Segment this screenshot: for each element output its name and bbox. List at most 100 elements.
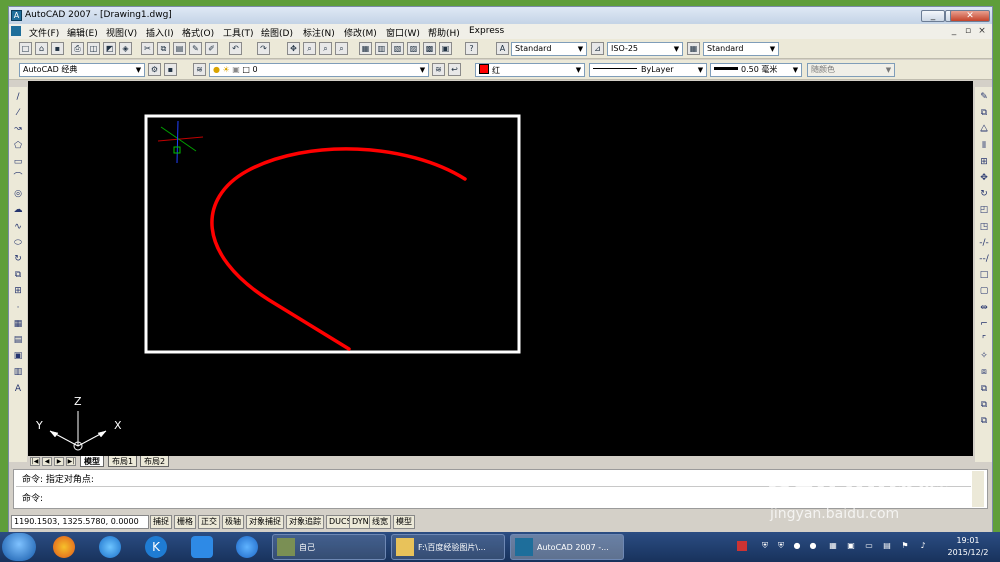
kugou-icon[interactable]: K (145, 536, 167, 558)
modify-tool-18-icon[interactable]: ⧉ (978, 383, 990, 395)
menu-format[interactable]: 格式(O) (182, 26, 214, 39)
3d-dwf-icon[interactable]: ◈ (119, 42, 132, 55)
title-bar[interactable]: A AutoCAD 2007 - [Drawing1.dwg] _ □ ✕ (9, 7, 992, 24)
tab-layout1[interactable]: 布局1 (108, 456, 138, 467)
tray-chat-icon[interactable]: ● (808, 541, 818, 551)
modify-tool-5-icon[interactable]: ✥ (978, 172, 990, 184)
doc-restore-button[interactable]: ▫ (962, 26, 974, 36)
last-tab-button[interactable]: ▶| (66, 457, 76, 466)
red-arc-polyline[interactable] (210, 147, 467, 351)
tool-palettes-icon[interactable]: ▧ (391, 42, 404, 55)
tray-qq-icon[interactable]: ● (792, 541, 802, 551)
publish-icon[interactable]: ◩ (103, 42, 116, 55)
draw-tool-16-icon[interactable]: ▣ (12, 350, 24, 362)
draw-tool-11-icon[interactable]: ⧉ (12, 269, 24, 281)
polar-toggle[interactable]: 极轴 (222, 515, 244, 529)
redo-icon[interactable]: ↷ (257, 42, 270, 55)
menu-dimension[interactable]: 标注(N) (303, 26, 335, 39)
snap-toggle[interactable]: 捕捉 (150, 515, 172, 529)
viewport-rectangle[interactable] (144, 114, 521, 354)
menu-edit[interactable]: 编辑(E) (67, 26, 98, 39)
tab-layout2[interactable]: 布局2 (140, 456, 170, 467)
draw-tool-5-icon[interactable]: ⌒ (12, 172, 24, 184)
pan-icon[interactable]: ✥ (287, 42, 300, 55)
osnap-toggle[interactable]: 对象捕捉 (246, 515, 284, 529)
tray-monitor-icon[interactable]: ▭ (864, 541, 874, 551)
modify-tool-8-icon[interactable]: ◳ (978, 221, 990, 233)
browser-icon[interactable] (53, 536, 75, 558)
lineweight-toggle[interactable]: 线宽 (369, 515, 391, 529)
draw-tool-18-icon[interactable]: A (12, 383, 24, 395)
drawing-svg[interactable]: Z Y X (28, 81, 973, 456)
draw-tool-3-icon[interactable]: ⬠ (12, 140, 24, 152)
menu-express[interactable]: Express (469, 26, 504, 36)
drawing-area[interactable]: Z Y X (28, 81, 973, 456)
modify-tool-13-icon[interactable]: ⇹ (978, 302, 990, 314)
menu-modify[interactable]: 修改(M) (344, 26, 377, 39)
modify-tool-2-icon[interactable]: ⧋ (978, 123, 990, 135)
sheet-set-icon[interactable]: ▨ (407, 42, 420, 55)
block-editor-icon[interactable]: ✐ (205, 42, 218, 55)
modify-tool-0-icon[interactable]: ✎ (978, 91, 990, 103)
task-button-folder[interactable]: F:\百度经验图片\... (391, 534, 505, 560)
menu-draw[interactable]: 绘图(D) (261, 26, 293, 39)
tab-model[interactable]: 模型 (80, 456, 104, 467)
tray-volume-icon[interactable]: ♪ (918, 541, 928, 551)
modify-tool-14-icon[interactable]: ⌐ (978, 318, 990, 330)
draw-tool-6-icon[interactable]: ◎ (12, 188, 24, 200)
table-style-icon[interactable]: ▦ (687, 42, 700, 55)
coordinate-readout[interactable]: 1190.1503, 1325.5780, 0.0000 (11, 515, 149, 529)
dim-style-icon[interactable]: ⊿ (591, 42, 604, 55)
draw-tool-0-icon[interactable]: / (12, 91, 24, 103)
modify-tool-4-icon[interactable]: ⊞ (978, 156, 990, 168)
text-style-select[interactable]: Standard ▼ (511, 42, 587, 56)
media-player-icon[interactable] (236, 536, 258, 558)
print-icon[interactable]: ⎙ (71, 42, 84, 55)
layer-select[interactable]: ● ☀ ▣ □ 0 ▼ (209, 63, 429, 77)
design-center-icon[interactable]: ▥ (375, 42, 388, 55)
security-shield-icon[interactable] (191, 536, 213, 558)
print-preview-icon[interactable]: ◫ (87, 42, 100, 55)
properties-icon[interactable]: ▦ (359, 42, 372, 55)
ortho-toggle[interactable]: 正交 (198, 515, 220, 529)
layer-manager-icon[interactable]: ≋ (193, 63, 206, 76)
draw-tool-7-icon[interactable]: ☁ (12, 204, 24, 216)
linetype-select[interactable]: ByLayer ▼ (589, 63, 707, 77)
modify-tool-17-icon[interactable]: ⧈ (978, 366, 990, 378)
command-scrollbar[interactable] (972, 471, 984, 507)
workspace-select[interactable]: AutoCAD 经典 ▼ (19, 63, 145, 77)
zoom-realtime-icon[interactable]: ⌕ (303, 42, 316, 55)
doc-close-button[interactable]: × (976, 26, 988, 36)
tray-keyboard-icon[interactable]: ▦ (828, 541, 838, 551)
dim-style-select[interactable]: ISO-25 ▼ (607, 42, 683, 56)
draw-tool-9-icon[interactable]: ⬭ (12, 237, 24, 249)
modify-tool-10-icon[interactable]: --/ (978, 253, 990, 265)
tray-app-icon[interactable] (737, 541, 747, 551)
draw-tool-12-icon[interactable]: ⊞ (12, 285, 24, 297)
command-input[interactable]: 命令: (22, 491, 43, 504)
task-button-autocad[interactable]: AutoCAD 2007 -... (510, 534, 624, 560)
first-tab-button[interactable]: |◀ (30, 457, 40, 466)
layer-previous-icon[interactable]: ↩ (448, 63, 461, 76)
doc-minimize-button[interactable]: _ (948, 26, 960, 36)
help-icon[interactable]: ? (465, 42, 478, 55)
modify-tool-12-icon[interactable]: ▢ (978, 285, 990, 297)
draw-tool-4-icon[interactable]: ▭ (12, 156, 24, 168)
undo-icon[interactable]: ↶ (229, 42, 242, 55)
menu-insert[interactable]: 插入(I) (146, 26, 174, 39)
menu-view[interactable]: 视图(V) (106, 26, 137, 39)
start-button[interactable] (2, 533, 36, 561)
modify-tool-15-icon[interactable]: ⌜ (978, 334, 990, 346)
draw-tool-13-icon[interactable]: · (12, 302, 24, 314)
draw-tool-10-icon[interactable]: ↻ (12, 253, 24, 265)
quickcalc-icon[interactable]: ▣ (439, 42, 452, 55)
draw-tool-8-icon[interactable]: ∿ (12, 221, 24, 233)
color-select[interactable]: 红 ▼ (475, 63, 585, 77)
draw-tool-14-icon[interactable]: ▦ (12, 318, 24, 330)
minimize-button[interactable]: _ (921, 10, 945, 22)
markup-icon[interactable]: ▩ (423, 42, 436, 55)
lineweight-select[interactable]: 0.50 毫米 ▼ (710, 63, 802, 77)
menu-file[interactable]: 文件(F) (29, 26, 59, 39)
tray-network-icon[interactable]: ▤ (882, 541, 892, 551)
otrack-toggle[interactable]: 对象追踪 (286, 515, 324, 529)
